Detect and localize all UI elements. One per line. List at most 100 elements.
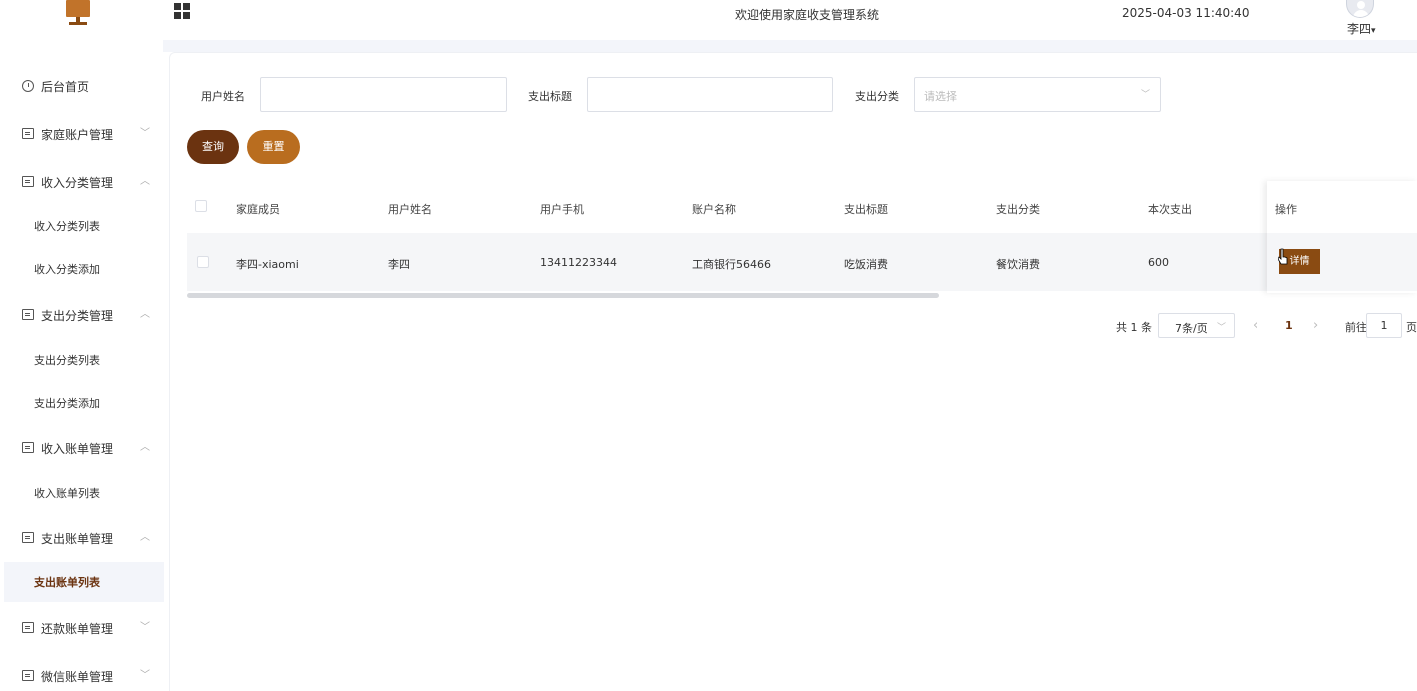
chevron-down-icon: ﹀ bbox=[140, 622, 150, 633]
expense-title-label: 支出标题 bbox=[528, 90, 572, 103]
sidebar-item-income-category-add[interactable]: 收入分类添加 bbox=[4, 249, 164, 289]
select-all-checkbox[interactable] bbox=[195, 200, 207, 212]
list-icon bbox=[22, 670, 34, 681]
prev-page-button[interactable]: ‹ bbox=[1253, 318, 1258, 333]
column-header: 支出分类 bbox=[996, 203, 1040, 216]
row-checkbox[interactable] bbox=[197, 256, 209, 268]
sidebar-item-income-bill-list[interactable]: 收入账单列表 bbox=[4, 473, 164, 513]
username-input[interactable] bbox=[260, 77, 507, 112]
sidebar-item-repayment-bills[interactable]: 还款账单管理 ﹀ bbox=[0, 608, 163, 648]
logo-icon bbox=[66, 0, 90, 26]
chevron-down-icon: ﹀ bbox=[140, 128, 150, 139]
sidebar-item-expense-category[interactable]: 支出分类管理 ︿ bbox=[0, 295, 163, 335]
expense-category-select[interactable]: 请选择 ﹀ bbox=[914, 77, 1161, 112]
sidebar-item-dashboard[interactable]: 后台首页 bbox=[0, 66, 163, 106]
column-header: 本次支出 bbox=[1148, 203, 1192, 216]
sidebar-item-wechat-bills[interactable]: 微信账单管理 ﹀ bbox=[0, 656, 163, 691]
column-header: 支出标题 bbox=[844, 203, 888, 216]
list-icon bbox=[22, 622, 34, 633]
sidebar-item-expense-category-list[interactable]: 支出分类列表 bbox=[4, 340, 164, 380]
sidebar-item-income-category-list[interactable]: 收入分类列表 bbox=[4, 206, 164, 246]
sidebar-item-label: 后台首页 bbox=[41, 80, 90, 94]
sidebar-item-label: 支出账单列表 bbox=[34, 576, 100, 589]
sidebar-item-label: 支出分类管理 bbox=[41, 309, 114, 323]
sidebar-item-label: 收入账单列表 bbox=[34, 487, 100, 500]
expense-title-input[interactable] bbox=[587, 77, 833, 112]
sidebar-item-label: 还款账单管理 bbox=[41, 622, 114, 636]
user-name: 李四 bbox=[1347, 22, 1372, 36]
chevron-down-icon: ▾ bbox=[1371, 26, 1376, 36]
sidebar-item-label: 收入分类管理 bbox=[41, 176, 114, 190]
sidebar-item-family-accounts[interactable]: 家庭账户管理 ﹀ bbox=[0, 114, 163, 154]
list-icon bbox=[22, 128, 34, 139]
sidebar-item-income-bills[interactable]: 收入账单管理 ︿ bbox=[0, 428, 163, 468]
sidebar-item-expense-bill-list[interactable]: 支出账单列表 bbox=[4, 562, 164, 602]
expense-category-label: 支出分类 bbox=[855, 90, 899, 103]
sidebar-item-label: 微信账单管理 bbox=[41, 670, 114, 684]
expense-bill-table: 家庭成员 用户姓名 用户手机 账户名称 支出标题 支出分类 本次支出 李四-xi… bbox=[187, 181, 1417, 298]
column-header: 家庭成员 bbox=[236, 203, 280, 216]
page-size-select[interactable]: 7条/页 ﹀ bbox=[1158, 313, 1235, 338]
username-label: 用户姓名 bbox=[201, 90, 245, 103]
sidebar-item-label: 收入账单管理 bbox=[41, 442, 114, 456]
column-header: 用户姓名 bbox=[388, 203, 432, 216]
sidebar-item-label: 收入分类列表 bbox=[34, 220, 100, 233]
query-button[interactable]: 查询 bbox=[187, 130, 239, 164]
sidebar-item-expense-bills[interactable]: 支出账单管理 ︿ bbox=[0, 518, 163, 558]
cell-amount: 600 bbox=[1148, 256, 1169, 269]
goto-label: 前往 bbox=[1345, 321, 1367, 334]
pagination: 共 1 条 7条/页 ﹀ ‹ 1 › 前往 1 页 bbox=[170, 313, 1417, 339]
cell-account: 工商银行56466 bbox=[692, 258, 771, 271]
chevron-up-icon: ︿ bbox=[140, 532, 150, 543]
goto-suffix: 页 bbox=[1406, 321, 1417, 334]
fixed-action-column: 操作 详情 bbox=[1267, 181, 1417, 293]
chevron-down-icon: ﹀ bbox=[140, 670, 150, 681]
sidebar-item-label: 支出账单管理 bbox=[41, 532, 114, 546]
cell-title: 吃饭消费 bbox=[844, 258, 888, 271]
chevron-up-icon: ︿ bbox=[140, 442, 150, 453]
sidebar-item-expense-category-add[interactable]: 支出分类添加 bbox=[4, 383, 164, 423]
main-content: 用户姓名 支出标题 支出分类 请选择 ﹀ 查询 重置 家庭成员 用户姓名 用户手… bbox=[169, 52, 1417, 691]
list-icon bbox=[22, 532, 34, 543]
sidebar-item-income-category[interactable]: 收入分类管理 ︿ bbox=[0, 162, 163, 202]
menu-toggle-icon[interactable] bbox=[174, 3, 190, 19]
column-header: 用户手机 bbox=[540, 203, 584, 216]
current-datetime: 2025-04-03 11:40:40 bbox=[1122, 6, 1250, 20]
welcome-text: 欢迎使用家庭收支管理系统 bbox=[735, 8, 880, 22]
chevron-up-icon: ︿ bbox=[140, 309, 150, 320]
sidebar-item-label: 收入分类添加 bbox=[34, 263, 100, 276]
top-header: 欢迎使用家庭收支管理系统 2025-04-03 11:40:40 李四▾ bbox=[0, 0, 1417, 40]
column-header: 操作 bbox=[1275, 203, 1297, 216]
table-header: 家庭成员 用户姓名 用户手机 账户名称 支出标题 支出分类 本次支出 bbox=[187, 181, 1417, 233]
column-header: 账户名称 bbox=[692, 203, 736, 216]
content-top-strip bbox=[163, 40, 1417, 52]
page-number-current[interactable]: 1 bbox=[1285, 319, 1293, 332]
cell-category: 餐饮消费 bbox=[996, 258, 1040, 271]
list-icon bbox=[22, 442, 34, 453]
avatar[interactable] bbox=[1346, 0, 1374, 18]
action-cell: 详情 bbox=[1267, 233, 1417, 291]
cell-member: 李四-xiaomi bbox=[236, 258, 299, 271]
sidebar-item-label: 支出分类添加 bbox=[34, 397, 100, 410]
cell-username: 李四 bbox=[388, 258, 410, 271]
chevron-down-icon: ﹀ bbox=[1140, 90, 1150, 100]
sidebar-item-label: 家庭账户管理 bbox=[41, 128, 114, 142]
select-placeholder: 请选择 bbox=[924, 90, 957, 103]
reset-button[interactable]: 重置 bbox=[247, 130, 300, 164]
chevron-up-icon: ︿ bbox=[140, 176, 150, 187]
total-count: 共 1 条 bbox=[1116, 321, 1152, 334]
pointer-cursor-icon bbox=[1278, 248, 1288, 265]
list-icon bbox=[22, 176, 34, 187]
page-size-value: 7条/页 bbox=[1175, 322, 1208, 335]
chevron-down-icon: ﹀ bbox=[1217, 323, 1227, 333]
horizontal-scrollbar[interactable] bbox=[187, 293, 939, 298]
cell-phone: 13411223344 bbox=[540, 256, 617, 269]
user-menu[interactable]: 李四▾ bbox=[1347, 20, 1376, 37]
goto-page-input[interactable]: 1 bbox=[1366, 313, 1402, 338]
sidebar: 后台首页 家庭账户管理 ﹀ 收入分类管理 ︿ 收入分类列表 收入分类添加 支出分… bbox=[0, 40, 164, 691]
table-row[interactable]: 李四-xiaomi 李四 13411223344 工商银行56466 吃饭消费 … bbox=[187, 233, 1267, 291]
next-page-button[interactable]: › bbox=[1313, 318, 1318, 333]
clock-icon bbox=[22, 80, 34, 92]
sidebar-item-label: 支出分类列表 bbox=[34, 354, 100, 367]
list-icon bbox=[22, 309, 34, 320]
